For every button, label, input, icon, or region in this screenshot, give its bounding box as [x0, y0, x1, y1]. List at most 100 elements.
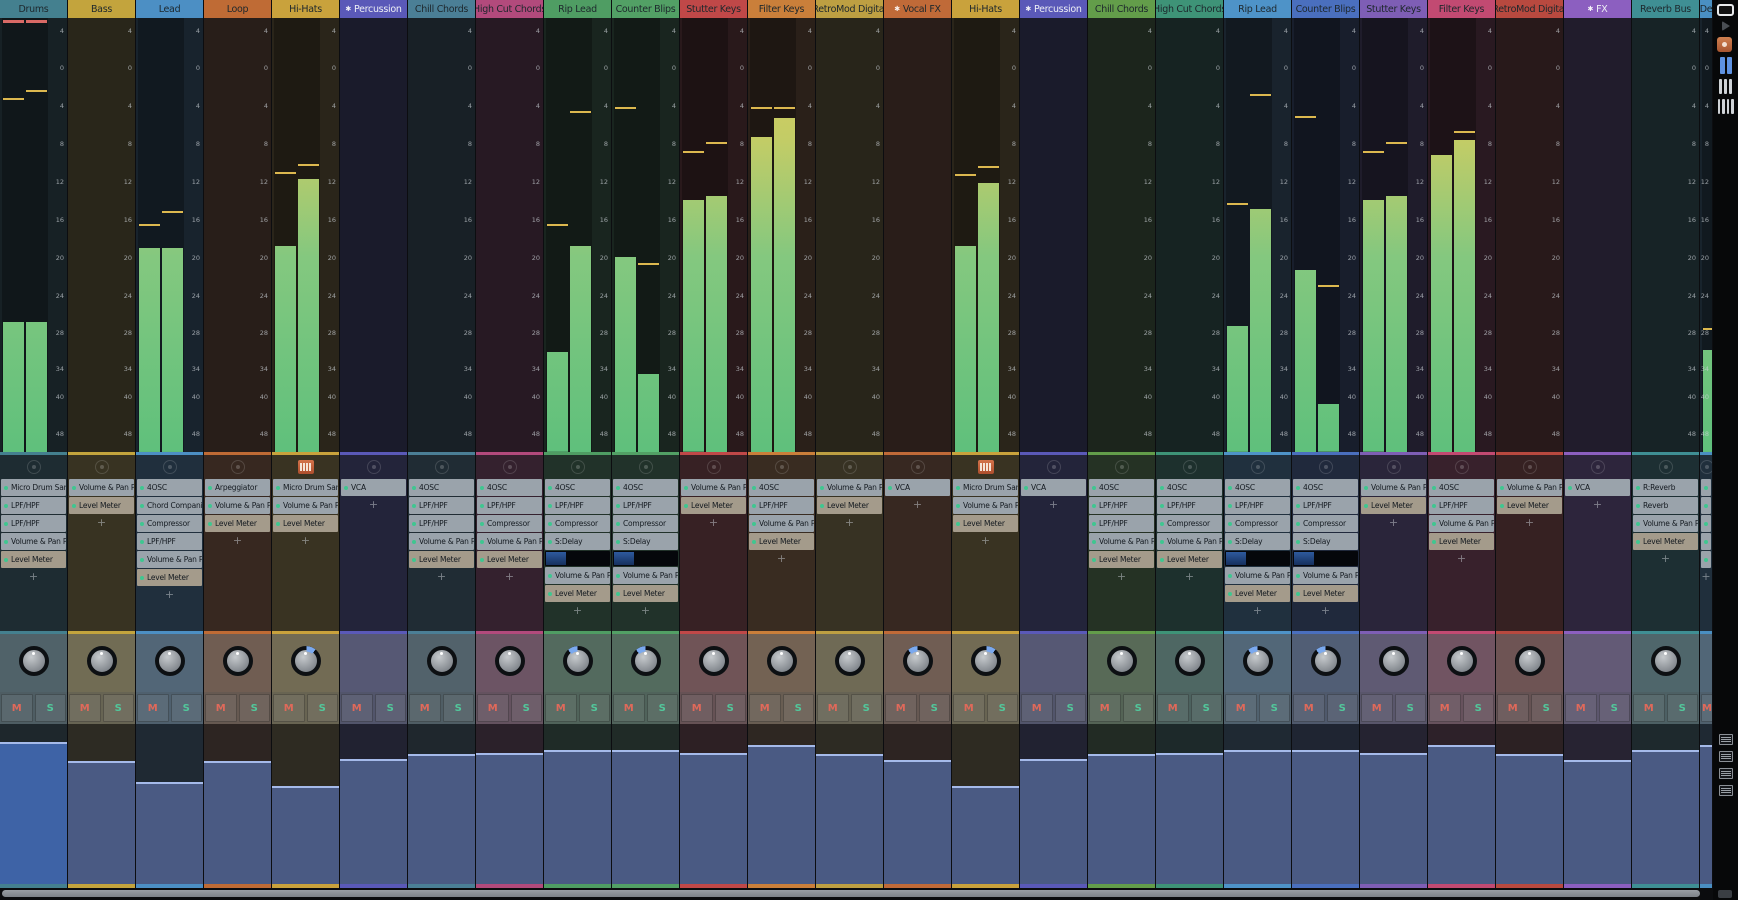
- add-device-button[interactable]: +: [272, 533, 339, 549]
- device-level-meter[interactable]: Level Meter: [1429, 533, 1494, 550]
- device-lpf-hpf[interactable]: LPF/HPF: [1, 497, 66, 514]
- add-device-button[interactable]: +: [1292, 603, 1359, 619]
- device-vca[interactable]: VCA: [341, 479, 406, 496]
- pan-knob[interactable]: [1175, 646, 1205, 676]
- device-volume-pan-plugin[interactable]: Volume & Pan Plugin: [953, 497, 1018, 514]
- solo-button[interactable]: S: [579, 694, 611, 722]
- solo-button[interactable]: S: [647, 694, 679, 722]
- device-level-meter[interactable]: Level Meter: [545, 585, 610, 602]
- solo-button[interactable]: S: [1531, 694, 1563, 722]
- mute-button[interactable]: M: [1429, 694, 1461, 722]
- dual-meter-icon[interactable]: [1717, 57, 1734, 74]
- solo-button[interactable]: S: [1123, 694, 1155, 722]
- mute-button[interactable]: M: [1225, 694, 1257, 722]
- mute-button[interactable]: M: [273, 694, 305, 722]
- rail-lower-icon-1[interactable]: [1719, 734, 1733, 745]
- fader-handle[interactable]: [1564, 760, 1631, 762]
- solo-button[interactable]: S: [511, 694, 543, 722]
- volume-fader[interactable]: [748, 724, 815, 884]
- device-lpf-hpf[interactable]: LPF/HPF: [1089, 497, 1154, 514]
- pan-knob[interactable]: [1651, 646, 1681, 676]
- device-volume-pan-plugin[interactable]: Volume & Pan Plugin: [69, 479, 134, 496]
- add-device-button[interactable]: +: [1700, 569, 1712, 585]
- solo-button[interactable]: S: [375, 694, 407, 722]
- device-level-meter[interactable]: Level Meter: [1293, 585, 1358, 602]
- device-compressor[interactable]: Compressor: [1157, 515, 1222, 532]
- device-4osc[interactable]: 4OSC: [1157, 479, 1222, 496]
- device-volume-pan-plugin[interactable]: Volume & Pan Plugin: [749, 515, 814, 532]
- volume-fader[interactable]: [1224, 724, 1291, 884]
- add-device-button[interactable]: +: [816, 515, 883, 531]
- fader-handle[interactable]: [1428, 745, 1495, 747]
- mute-button[interactable]: M: [477, 694, 509, 722]
- solo-button[interactable]: S: [307, 694, 339, 722]
- fader-handle[interactable]: [1360, 753, 1427, 755]
- device-4osc[interactable]: 4OSC: [1293, 479, 1358, 496]
- volume-fader[interactable]: [612, 724, 679, 884]
- device-compressor[interactable]: Compressor: [613, 515, 678, 532]
- track-header[interactable]: Chill Chords: [408, 0, 475, 18]
- device-volume-pan-plugin[interactable]: Volume & Pan Plugin: [1089, 533, 1154, 550]
- track-header[interactable]: ✱Percussion: [1020, 0, 1087, 18]
- volume-fader[interactable]: [1156, 724, 1223, 884]
- mute-button[interactable]: M: [1157, 694, 1189, 722]
- pan-knob[interactable]: [19, 646, 49, 676]
- volume-fader[interactable]: [884, 724, 951, 884]
- add-device-button[interactable]: +: [1224, 603, 1291, 619]
- scrollbar-corner-icon[interactable]: [1718, 890, 1732, 898]
- device-lpf-hpf[interactable]: LPF/HPF: [1429, 497, 1494, 514]
- device-level-meter[interactable]: Level Meter: [953, 515, 1018, 532]
- pan-knob[interactable]: [1311, 646, 1341, 676]
- volume-fader[interactable]: [1632, 724, 1699, 884]
- volume-fader[interactable]: [680, 724, 747, 884]
- add-device-button[interactable]: +: [1360, 515, 1427, 531]
- device-4osc[interactable]: 4OSC: [1225, 479, 1290, 496]
- mute-button[interactable]: M: [137, 694, 169, 722]
- device-lpf-hpf[interactable]: LPF/HPF: [613, 497, 678, 514]
- pan-knob[interactable]: [495, 646, 525, 676]
- fader-handle[interactable]: [748, 745, 815, 747]
- fader-handle[interactable]: [1292, 750, 1359, 752]
- device-4osc[interactable]: 4OSC: [749, 479, 814, 496]
- add-device-button[interactable]: +: [680, 515, 747, 531]
- solo-button[interactable]: S: [851, 694, 883, 722]
- solo-button[interactable]: S: [1259, 694, 1291, 722]
- display-toggle-icon[interactable]: [1717, 4, 1734, 16]
- track-header[interactable]: Hi-Hats: [952, 0, 1019, 18]
- volume-fader[interactable]: [1292, 724, 1359, 884]
- mute-button[interactable]: M: [409, 694, 441, 722]
- drum-pad-icon[interactable]: [1717, 37, 1734, 52]
- pan-knob[interactable]: [223, 646, 253, 676]
- device-volume-pan-plugin[interactable]: Volume & Pan Plugin: [545, 567, 610, 584]
- device-4osc[interactable]: 4OSC: [137, 479, 202, 496]
- rail-lower-icon-3[interactable]: [1719, 768, 1733, 779]
- device-s-delay[interactable]: S:Delay: [1293, 533, 1358, 550]
- solo-button[interactable]: S: [1667, 694, 1699, 722]
- solo-button[interactable]: S: [239, 694, 271, 722]
- device-level-meter[interactable]: Level Meter: [1225, 585, 1290, 602]
- add-device-button[interactable]: +: [408, 569, 475, 585]
- add-device-button[interactable]: +: [1020, 497, 1087, 513]
- fader-handle[interactable]: [612, 750, 679, 752]
- track-header[interactable]: Hi-Hats: [272, 0, 339, 18]
- track-header[interactable]: High Cut Chords: [1156, 0, 1223, 18]
- device-volume-pan-plugin[interactable]: Volume & Pan Plugin: [477, 533, 542, 550]
- fader-handle[interactable]: [272, 786, 339, 788]
- fader-handle[interactable]: [204, 761, 271, 763]
- arrow-icon[interactable]: [1722, 21, 1730, 31]
- device-lpf-hpf[interactable]: LPF/HPF: [1089, 515, 1154, 532]
- add-device-button[interactable]: +: [1632, 551, 1699, 567]
- pan-knob[interactable]: [1379, 646, 1409, 676]
- solo-button[interactable]: S: [715, 694, 747, 722]
- device-4osc[interactable]: 4OSC: [477, 479, 542, 496]
- solo-button[interactable]: S: [1327, 694, 1359, 722]
- device-lpf-hpf[interactable]: LPF/HPF: [409, 515, 474, 532]
- add-device-button[interactable]: +: [612, 603, 679, 619]
- device-volume-pan-plugin[interactable]: Volume & Pan Plugin: [1497, 479, 1562, 496]
- fader-handle[interactable]: [884, 760, 951, 762]
- add-device-button[interactable]: +: [136, 587, 203, 603]
- track-header[interactable]: ✱Percussion: [340, 0, 407, 18]
- device-volume-pan-plugin[interactable]: Volume & Pan Plugin: [1633, 515, 1698, 532]
- fader-handle[interactable]: [0, 742, 67, 744]
- device-arpeggiator[interactable]: Arpeggiator: [205, 479, 270, 496]
